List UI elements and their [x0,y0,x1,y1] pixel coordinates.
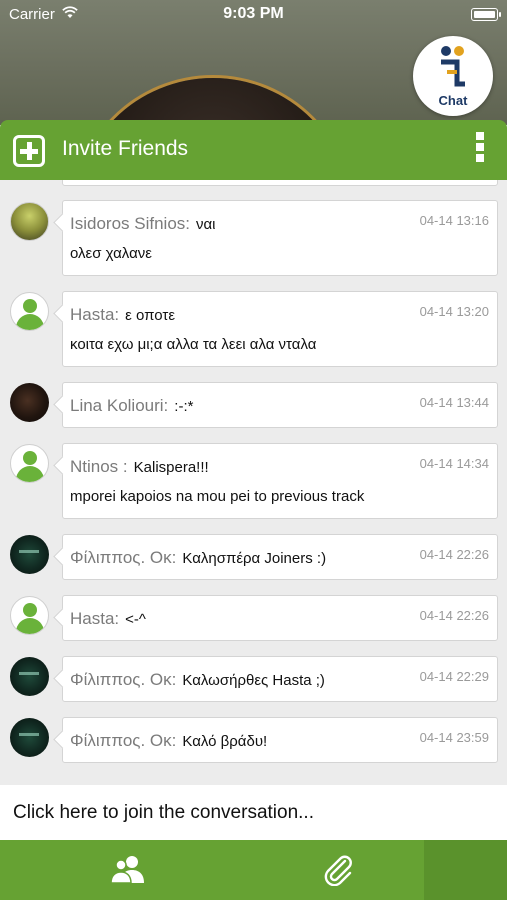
message-list[interactable]: Isidoros Sifnios: ναι 04-14 13:16 ολεσ χα… [0,180,507,785]
message-bubble: Φίλιππος. Οκ: Καλωσήρθες Hasta ;) 04-14 2… [62,656,498,702]
message-author[interactable]: Isidoros Sifnios: [70,214,190,233]
message-row: Isidoros Sifnios: ναι 04-14 13:16 ολεσ χα… [0,200,507,278]
profile-cover-photo [74,78,352,125]
avatar[interactable] [10,596,49,635]
top-toolbar: Invite Friends [0,120,507,180]
clock: 9:03 PM [223,5,284,22]
message-text: Καλό βράδυ! [182,733,268,750]
invite-friends-button[interactable]: Invite Friends [62,137,188,161]
tab-bar-end-segment [424,840,507,900]
avatar[interactable] [10,535,49,574]
battery-icon [471,8,501,21]
message-author[interactable]: Hasta: [70,305,119,324]
previous-message-edge [62,180,498,186]
message-text: ναι [196,216,216,233]
message-row: Lina Koliouri: :-:* 04-14 13:44 [0,382,507,430]
join-conversation-bar[interactable]: Click here to join the conversation... [0,785,507,840]
message-row: Φίλιππος. Οκ: Καλησπέρα Joiners :) 04-14 … [0,534,507,582]
message-bubble: Hasta: ε οποτε 04-14 13:20 κοιτα εχω μι;α… [62,291,498,367]
message-text: :-:* [174,398,194,415]
paperclip-icon[interactable] [323,852,353,886]
message-row: Hasta: <-^ 04-14 22:26 [0,595,507,643]
avatar[interactable] [10,202,49,241]
message-text-line: mporei kapoios na mou pei to previous tr… [70,488,365,505]
message-timestamp: 04-14 22:26 [419,547,489,562]
message-text: Kalispera!!! [133,459,209,476]
message-bubble: Isidoros Sifnios: ναι 04-14 13:16 ολεσ χα… [62,200,498,276]
add-square-icon[interactable] [13,135,45,167]
message-text: <-^ [125,611,146,628]
message-bubble: Lina Koliouri: :-:* 04-14 13:44 [62,382,498,428]
chat-badge-button[interactable]: Chat [413,36,493,116]
message-timestamp: 04-14 22:29 [419,669,489,684]
message-author[interactable]: Φίλιππος. Οκ: [70,548,176,567]
message-bubble: Φίλιππος. Οκ: Καλό βράδυ! 04-14 23:59 [62,717,498,763]
message-bubble: Φίλιππος. Οκ: Καλησπέρα Joiners :) 04-14 … [62,534,498,580]
chat-logo-icon [441,46,465,87]
people-icon[interactable] [111,855,145,883]
more-vertical-icon[interactable] [476,132,486,166]
message-author[interactable]: Lina Koliouri: [70,396,168,415]
avatar[interactable] [10,383,49,422]
message-timestamp: 04-14 13:16 [419,213,489,228]
bottom-tab-bar [0,840,507,900]
message-text-line: κοιτα εχω μι;α αλλα τα λεει αλα νταλα [70,336,317,353]
join-conversation-prompt[interactable]: Click here to join the conversation... [13,802,314,824]
message-row: Φίλιππος. Οκ: Καλό βράδυ! 04-14 23:59 [0,717,507,765]
message-author[interactable]: Ntinos : [70,457,128,476]
message-timestamp: 04-14 23:59 [419,730,489,745]
message-timestamp: 04-14 14:34 [419,456,489,471]
avatar[interactable] [10,444,49,483]
message-author[interactable]: Φίλιππος. Οκ: [70,731,176,750]
message-text: Καλωσήρθες Hasta ;) [182,672,325,689]
message-text: Καλησπέρα Joiners :) [182,550,327,567]
avatar[interactable] [10,718,49,757]
message-row: Hasta: ε οποτε 04-14 13:20 κοιτα εχω μι;α… [0,291,507,367]
status-bar: Carrier 9:03 PM [0,0,507,28]
message-text-line: ολεσ χαλανε [70,245,152,262]
avatar[interactable] [10,657,49,696]
message-timestamp: 04-14 22:26 [419,608,489,623]
message-bubble: Hasta: <-^ 04-14 22:26 [62,595,498,641]
message-author[interactable]: Φίλιππος. Οκ: [70,670,176,689]
message-timestamp: 04-14 13:20 [419,304,489,319]
chat-badge-label: Chat [438,93,468,108]
message-row: Φίλιππος. Οκ: Καλωσήρθες Hasta ;) 04-14 2… [0,656,507,704]
message-row: Ntinos : Kalispera!!! 04-14 14:34 mporei … [0,443,507,519]
message-text: ε οποτε [125,307,176,324]
avatar[interactable] [10,292,49,331]
message-bubble: Ntinos : Kalispera!!! 04-14 14:34 mporei … [62,443,498,519]
message-author[interactable]: Hasta: [70,609,119,628]
message-timestamp: 04-14 13:44 [419,395,489,410]
